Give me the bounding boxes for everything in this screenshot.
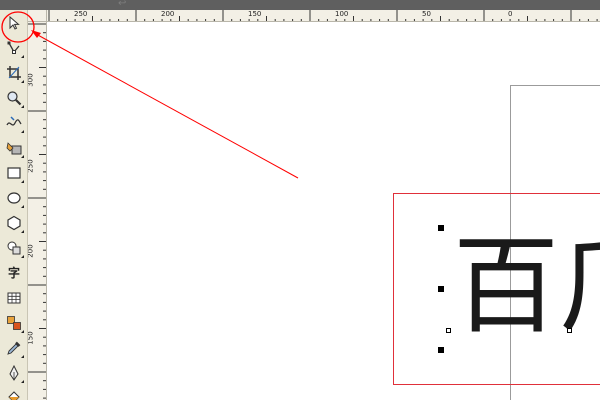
drawing-canvas[interactable]: 百⺁ [48,23,600,400]
flyout-indicator [21,105,24,108]
flyout-indicator [21,355,24,358]
ruler-label-50: 50 [422,10,431,18]
horizontal-ruler-ticks [48,10,598,21]
text-node[interactable] [446,328,451,333]
smart-fill-tool[interactable] [3,137,25,159]
ruler-label-100: 100 [335,10,349,18]
crop-tool[interactable] [3,62,25,84]
smart-fill-icon [6,142,22,155]
outline-tool[interactable] [3,362,25,384]
title-bar: ↩ [0,0,600,10]
fill-tool[interactable] [3,387,25,400]
basic-shapes-icon [7,241,21,255]
magnifier-icon [7,91,22,106]
flyout-indicator [21,180,24,183]
flyout-indicator [21,80,24,83]
freehand-curve-icon [6,116,22,126]
ruler-label-250-v: 250 [28,159,35,173]
flyout-indicator [21,155,24,158]
ruler-label-150: 150 [248,10,262,18]
polygon-icon [7,215,21,231]
text-icon: 字 [7,266,20,280]
zoom-tool[interactable] [3,87,25,109]
freehand-tool[interactable] [3,112,25,134]
rectangle-tool[interactable] [3,162,25,184]
ruler-label-0: 0 [508,10,513,18]
text-tool[interactable]: 字 [3,262,25,284]
flyout-indicator [21,230,24,233]
flyout-indicator [21,380,24,383]
ruler-label-150-v: 150 [28,331,35,345]
flyout-indicator [21,330,24,333]
selection-handle[interactable] [438,347,444,353]
flyout-indicator [21,205,24,208]
selection-handle[interactable] [438,286,444,292]
flyout-indicator [21,255,24,258]
eyedropper-tool[interactable] [3,337,25,359]
selection-highlight-box [393,193,600,385]
ruler-label-300: 300 [28,73,35,87]
interactive-blend-icon [7,316,21,330]
arrow-pointer-icon [9,15,20,30]
basic-shapes-tool[interactable] [3,237,25,259]
flyout-indicator [21,55,24,58]
ruler-label-200: 200 [161,10,175,18]
shape-node-icon [7,41,20,54]
horizontal-ruler[interactable]: 250 200 150 100 50 0 [47,10,600,22]
crop-icon [7,66,21,80]
ruler-label-200-v: 200 [28,244,35,258]
undo-icon[interactable]: ↩ [118,0,126,9]
flyout-indicator [21,130,24,133]
ruler-origin[interactable] [28,10,47,22]
vertical-ruler[interactable]: 300 250 200 150 [28,22,47,400]
pick-tool[interactable] [3,12,25,34]
page-border [510,85,600,86]
shape-tool[interactable] [3,37,25,59]
ruler-label-250: 250 [74,10,88,18]
rectangle-icon [7,167,21,179]
selection-handle[interactable] [438,225,444,231]
text-node[interactable] [567,328,572,333]
toolbox: 字 [0,10,28,400]
table-icon [7,292,21,304]
table-tool[interactable] [3,287,25,309]
eyedropper-icon [7,341,21,355]
ellipse-icon [7,192,21,204]
polygon-tool[interactable] [3,212,25,234]
ellipse-tool[interactable] [3,187,25,209]
pen-nib-icon [9,365,19,381]
interactive-tool[interactable] [3,312,25,334]
fill-bucket-icon [8,391,20,400]
